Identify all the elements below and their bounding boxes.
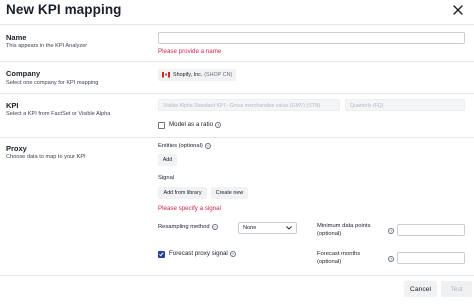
entities-label: Entities (optional) ? (158, 143, 211, 149)
forecast-proxy-checkbox[interactable] (158, 251, 165, 258)
chevron-down-icon (286, 226, 292, 230)
model-as-ratio-checkbox[interactable] (158, 122, 165, 129)
forecast-months-label-line1: Forecast months (317, 251, 361, 257)
dialog-title: New KPI mapping (6, 2, 122, 17)
question-circle-icon[interactable]: ? (388, 228, 394, 234)
proxy-section-description: Choose data to map to your KPI (6, 154, 86, 160)
forecast-proxy-label: Forecast proxy signal ? (169, 250, 236, 257)
company-section-description: Select one company for KPI mapping (6, 80, 99, 86)
question-circle-icon[interactable]: ? (229, 250, 236, 257)
name-input[interactable] (158, 32, 465, 44)
add-entity-button[interactable]: Add (158, 154, 177, 166)
min-points-label-line1: Minimum data points (317, 223, 371, 229)
entities-label-text: Entities (optional) (158, 143, 203, 149)
signal-label: Signal (158, 175, 175, 181)
company-chip[interactable]: Shopify, Inc. (SHOP CN) (158, 69, 237, 81)
create-new-button[interactable]: Create new (211, 187, 248, 199)
footer-divider (0, 275, 474, 276)
close-icon[interactable] (452, 4, 464, 16)
model-as-ratio-label: Model as a ratio ? (169, 121, 222, 128)
name-divider (0, 61, 474, 62)
question-circle-icon[interactable]: ? (204, 143, 211, 149)
question-circle-icon[interactable]: ? (211, 224, 218, 230)
company-section-title: Company (6, 69, 41, 78)
kpi-select[interactable]: Visible Alpha Standard KPI - Gross merch… (158, 99, 340, 111)
company-name: Shopify, Inc. (173, 72, 203, 78)
resampling-select[interactable]: None (238, 222, 297, 234)
question-circle-icon[interactable]: ? (388, 256, 394, 262)
min-points-label: Minimum data points (optional) (317, 222, 370, 238)
test-button[interactable]: Test (441, 281, 472, 297)
cancel-button[interactable]: Cancel (404, 281, 437, 297)
signal-error: Please specify a signal (158, 205, 221, 212)
model-as-ratio-text: Model as a ratio (169, 121, 214, 128)
kpi-section-title: KPI (6, 101, 19, 110)
canada-flag-icon (162, 72, 170, 78)
name-section-title: Name (6, 33, 27, 42)
resampling-label-text: Resampling method (158, 224, 210, 230)
period-select[interactable]: Quarterly (FQ) (345, 99, 465, 111)
kpi-section-description: Select a KPI from FactSet or Visible Alp… (6, 111, 111, 117)
forecast-proxy-text: Forecast proxy signal (169, 250, 228, 257)
header-divider (0, 24, 474, 25)
check-icon (159, 252, 164, 257)
company-divider (0, 93, 474, 94)
resampling-label: Resampling method ? (158, 224, 218, 230)
name-error: Please provide a name (158, 48, 222, 55)
add-from-library-button[interactable]: Add from library (158, 187, 207, 199)
forecast-months-label-line2: (optional) (317, 259, 342, 265)
proxy-section-title: Proxy (6, 144, 27, 153)
name-section-description: This appears in the KPI Analyzer (6, 43, 88, 49)
forecast-months-input[interactable] (397, 252, 465, 264)
forecast-months-label: Forecast months (optional) (317, 250, 360, 266)
kpi-divider (0, 137, 474, 138)
min-points-input[interactable] (397, 224, 465, 236)
resampling-value: None (243, 225, 257, 231)
company-ticker: (SHOP CN) (204, 72, 233, 78)
question-circle-icon[interactable]: ? (215, 121, 222, 128)
min-points-label-line2: (optional) (317, 231, 342, 237)
